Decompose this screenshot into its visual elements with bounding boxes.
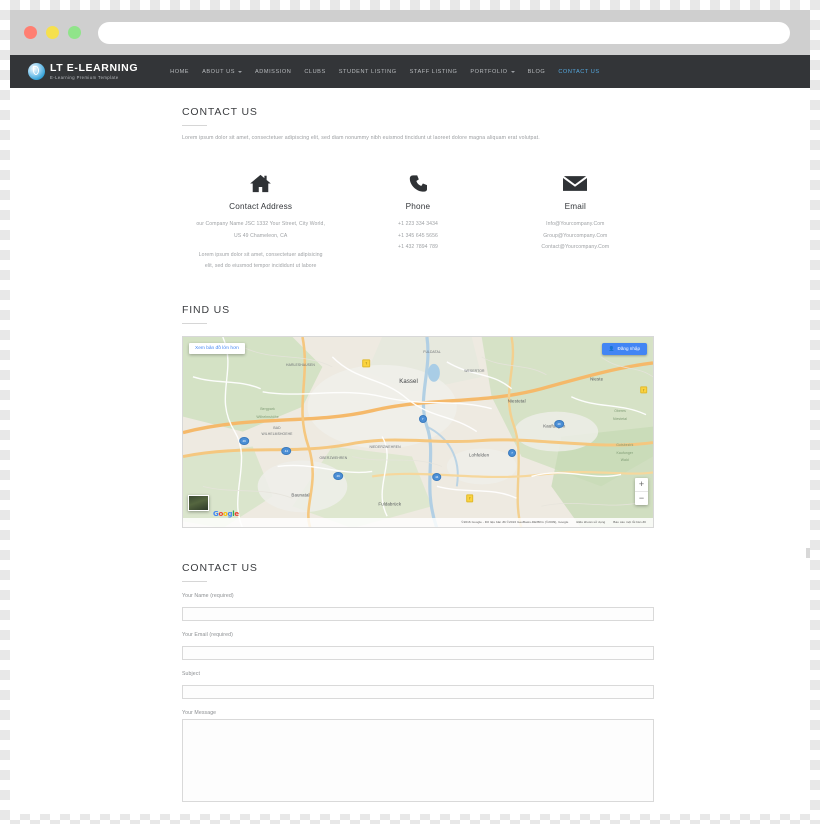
page-title: CONTACT US — [182, 106, 654, 118]
field-label-your-email: Your Email (required) — [182, 632, 654, 638]
phone-icon — [345, 172, 490, 194]
person-icon: 👤 — [609, 346, 615, 352]
menu-item-label: HOME — [170, 69, 189, 75]
contact-detail-line[interactable]: +1 345 645 5656 — [345, 232, 490, 240]
contact-detail-line[interactable]: Contact@Yourcompany.Com — [503, 243, 648, 251]
menu-item-label: STUDENT LISTING — [339, 69, 397, 75]
form-title: CONTACT US — [182, 562, 654, 574]
contact-column-phone: Phone +1 223 334 3434 +1 345 645 5656 +1 43… — [339, 172, 496, 271]
chevron-down-icon — [511, 71, 515, 73]
contact-detail-line[interactable]: Group@Yourcompany.Com — [503, 232, 648, 240]
contact-detail-line[interactable]: Info@Yourcompany.Com — [503, 220, 648, 228]
close-window-button[interactable] — [24, 26, 37, 39]
menu-item-label: CLUBS — [304, 69, 325, 75]
logo-subtitle: E-Learning Premium Template — [50, 76, 138, 80]
your-name-input[interactable] — [182, 607, 654, 621]
map-attribution-bar: ©2016 Google - Dữ liệu bản đồ ©2016 GeoB… — [183, 518, 653, 527]
map-canvas — [183, 337, 653, 528]
map-signin-button[interactable]: 👤 Đăng nhập — [602, 343, 647, 355]
contact-detail-line-secondary: Lorem ipsum dolor sit amet, consectetuer… — [188, 251, 333, 259]
contact-column-contact-address: Contact Address our Company Name JSC 1332… — [182, 172, 339, 271]
your-email-input[interactable] — [182, 646, 654, 660]
browser-chrome-bar — [10, 10, 810, 55]
field-label-subject: Subject — [182, 671, 654, 677]
contact-detail-line[interactable]: +1 432 7894 789 — [345, 243, 490, 251]
find-us-underline — [182, 323, 207, 324]
logo-text-block: LT E-LEARNING E-Learning Premium Templat… — [50, 63, 138, 80]
menu-item-student-listing[interactable]: STUDENT LISTING — [339, 69, 397, 75]
google-map[interactable]: Xem bản đồ lớn hơn 👤 Đăng nhập + − Googl… — [182, 336, 654, 528]
form-underline — [182, 581, 207, 582]
contact-column-title: Email — [503, 202, 648, 211]
map-report-link[interactable]: Báo cáo một lỗi bản đồ — [613, 520, 646, 524]
field-label-your-name: Your Name (required) — [182, 593, 654, 599]
your-message-input[interactable] — [182, 719, 654, 802]
address-bar-input[interactable] — [98, 22, 790, 44]
window-controls — [24, 26, 81, 39]
menu-item-label: ADMISSION — [255, 69, 291, 75]
find-us-title: FIND US — [182, 304, 654, 316]
contact-intro-block: CONTACT US Lorem ipsum dolor sit amet, c… — [182, 88, 654, 142]
contact-columns-wrapper: Contact Address our Company Name JSC 1332… — [182, 172, 654, 271]
contact-detail-line: US 49 Chameleon, CA — [188, 232, 333, 240]
site-navbar: LT E-LEARNING E-Learning Premium Templat… — [10, 55, 810, 88]
menu-item-clubs[interactable]: CLUBS — [304, 69, 325, 75]
contact-form: Your Name (required) Your Email (required… — [182, 593, 654, 814]
maximize-window-button[interactable] — [68, 26, 81, 39]
contact-detail-line-secondary: elit, sed do eiusmod tempor incididunt u… — [188, 262, 333, 270]
browser-window: LT E-LEARNING E-Learning Premium Templat… — [10, 10, 810, 814]
menu-item-label: STAFF LISTING — [410, 69, 458, 75]
contact-column-title: Contact Address — [188, 202, 333, 211]
minimize-window-button[interactable] — [46, 26, 59, 39]
site-logo[interactable]: LT E-LEARNING E-Learning Premium Templat… — [28, 63, 138, 80]
map-terms-link[interactable]: Điều khoản sử dụng — [576, 520, 605, 524]
globe-swoosh-icon — [28, 63, 45, 80]
zoom-out-button[interactable]: − — [635, 492, 648, 505]
menu-item-label: PORTFOLIO — [470, 69, 507, 75]
home-icon — [188, 172, 333, 194]
menu-item-about-us[interactable]: ABOUT US — [202, 69, 242, 75]
page-content: CONTACT US Lorem ipsum dolor sit amet, c… — [10, 88, 810, 814]
contact-detail-line: our Company Name JSC 1332 Your Street, C… — [188, 220, 333, 228]
intro-paragraph: Lorem ipsum dolor sit amet, consectetuer… — [182, 134, 654, 142]
menu-item-label: CONTACT US — [558, 69, 599, 75]
view-larger-map-button[interactable]: Xem bản đồ lớn hơn — [189, 343, 245, 354]
menu-item-portfolio[interactable]: PORTFOLIO — [470, 69, 514, 75]
map-satellite-thumbnail[interactable] — [188, 495, 209, 511]
field-label-your-message: Your Message — [182, 710, 654, 716]
menu-item-label: BLOG — [528, 69, 546, 75]
map-zoom-controls[interactable]: + − — [635, 478, 648, 505]
menu-item-staff-listing[interactable]: STAFF LISTING — [410, 69, 458, 75]
title-underline — [182, 125, 207, 126]
page-viewport: LT E-LEARNING E-Learning Premium Templat… — [10, 55, 810, 814]
logo-title: LT E-LEARNING — [50, 63, 138, 74]
menu-item-admission[interactable]: ADMISSION — [255, 69, 291, 75]
chevron-down-icon — [238, 71, 242, 73]
find-us-block: FIND US — [182, 304, 654, 528]
subject-input[interactable] — [182, 685, 654, 699]
menu-item-contact-us[interactable]: CONTACT US — [558, 69, 599, 75]
contact-columns: Contact Address our Company Name JSC 1332… — [182, 172, 654, 271]
menu-item-label: ABOUT US — [202, 69, 235, 75]
contact-column-title: Phone — [345, 202, 490, 211]
scroll-indicator[interactable] — [806, 548, 810, 558]
envelope-icon — [503, 172, 648, 194]
menu-item-blog[interactable]: BLOG — [528, 69, 546, 75]
contact-form-block: CONTACT US Your Name (required) Your Emai… — [182, 562, 654, 814]
contact-detail-line[interactable]: +1 223 334 3434 — [345, 220, 490, 228]
map-signin-label: Đăng nhập — [618, 346, 640, 351]
contact-column-email: Email Info@Yourcompany.Com Group@Yourcompa… — [497, 172, 654, 271]
google-wordmark: Google — [213, 510, 239, 518]
zoom-in-button[interactable]: + — [635, 478, 648, 492]
menu-item-home[interactable]: HOME — [170, 69, 189, 75]
main-menu: HOME ABOUT US ADMISSION CLUBS STUDENT LISTIN… — [170, 69, 600, 75]
map-copyright-text: ©2016 Google - Dữ liệu bản đồ ©2016 GeoB… — [461, 520, 568, 524]
